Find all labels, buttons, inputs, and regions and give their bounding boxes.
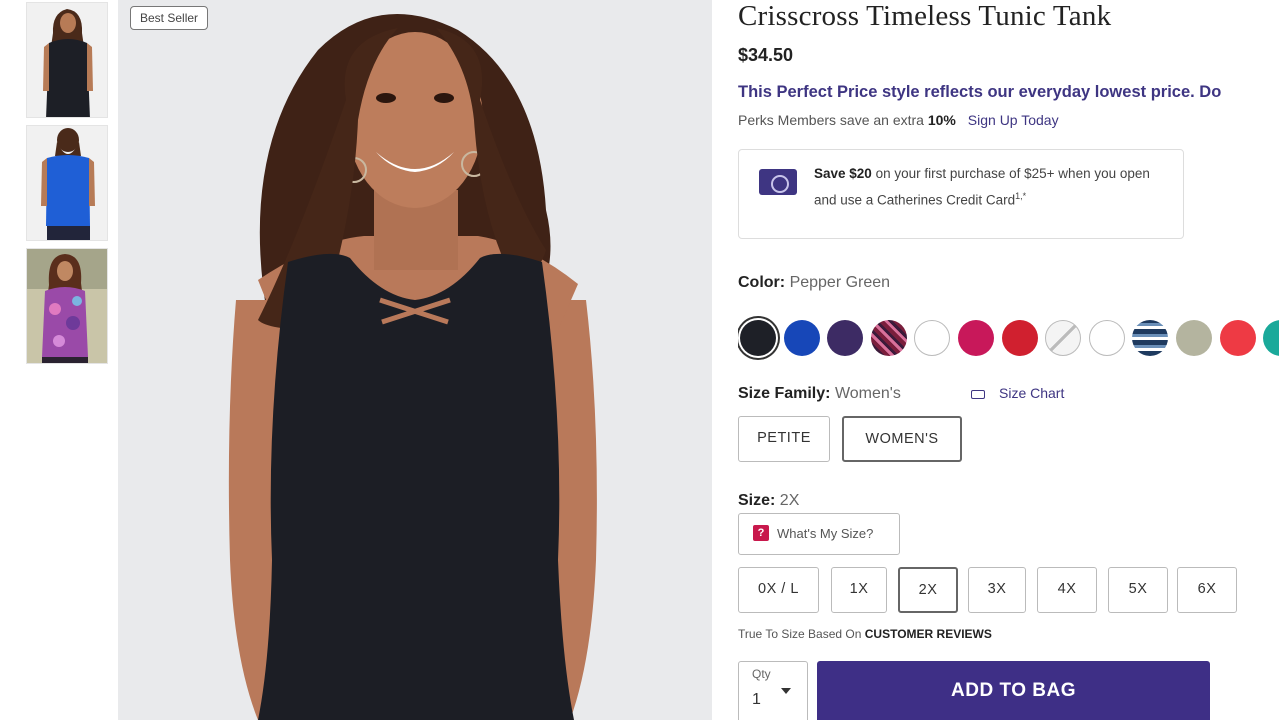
product-price: $34.50 bbox=[738, 45, 794, 65]
credit-card-offer: Save $20 on your first purchase of $25+ … bbox=[738, 149, 1184, 239]
thumbnail-back-image bbox=[27, 126, 107, 240]
swatch-white-2[interactable] bbox=[1088, 320, 1125, 356]
size-option[interactable]: 3X bbox=[968, 567, 1026, 613]
product-info-panel: Crisscross Timeless Tunic Tank $34.50 Th… bbox=[738, 0, 1279, 720]
size-family-label: Size Family: bbox=[738, 385, 831, 402]
customer-reviews-link[interactable]: CUSTOMER REVIEWS bbox=[865, 627, 992, 641]
thumbnail-front[interactable] bbox=[26, 2, 108, 118]
qty-label: Qty bbox=[752, 667, 771, 681]
size-option[interactable]: 4X bbox=[1037, 567, 1097, 613]
chevron-down-icon bbox=[781, 688, 791, 694]
perfect-price-message: This Perfect Price style reflects our ev… bbox=[738, 83, 1222, 101]
swatch-white[interactable] bbox=[914, 320, 951, 356]
size-family-label-row: Size Family: Women's bbox=[738, 385, 901, 403]
credit-footnote: 1,* bbox=[1015, 191, 1027, 201]
size-option[interactable]: 5X bbox=[1108, 567, 1168, 613]
swatch-royal-blue[interactable] bbox=[783, 320, 820, 356]
size-option[interactable]: 2X bbox=[898, 567, 958, 613]
qty-value: 1 bbox=[752, 691, 761, 708]
product-title: Crisscross Timeless Tunic Tank bbox=[738, 0, 1112, 32]
color-swatches bbox=[738, 318, 1279, 358]
perks-prefix: Perks Members save an extra bbox=[738, 112, 924, 128]
size-family-womens[interactable]: WOMEN'S bbox=[842, 416, 962, 462]
swatch-teal[interactable] bbox=[1263, 320, 1279, 356]
thumbnail-back[interactable] bbox=[26, 125, 108, 241]
swatch-magenta[interactable] bbox=[958, 320, 994, 356]
size-option[interactable]: 1X bbox=[831, 567, 887, 613]
ruler-icon bbox=[971, 389, 985, 399]
size-family-value: Women's bbox=[834, 385, 901, 402]
color-label-row: Color: Pepper Green bbox=[738, 274, 890, 292]
swatch-red[interactable] bbox=[1001, 320, 1038, 356]
perks-percent: 10% bbox=[927, 112, 956, 128]
size-guide-icon: ? bbox=[753, 525, 769, 541]
credit-save-amount: Save $20 bbox=[814, 166, 872, 181]
credit-offer-text: Save $20 on your first purchase of $25+ … bbox=[814, 162, 1169, 212]
size-option[interactable]: 6X bbox=[1177, 567, 1237, 613]
size-chart-link[interactable]: Size Chart bbox=[971, 385, 1064, 401]
swatch-sage[interactable] bbox=[1176, 320, 1212, 356]
whats-my-size-button[interactable]: ? What's My Size? bbox=[738, 513, 900, 555]
size-chart-label: Size Chart bbox=[999, 385, 1065, 401]
thumbnail-print-image bbox=[27, 249, 107, 363]
best-seller-badge: Best Seller bbox=[130, 6, 209, 30]
fit-note: True To Size Based On CUSTOMER REVIEWS bbox=[738, 627, 992, 641]
credit-card-icon bbox=[759, 169, 797, 195]
color-value: Pepper Green bbox=[789, 274, 891, 291]
size-option[interactable]: 0X / L bbox=[738, 567, 819, 613]
swatch-purple[interactable] bbox=[827, 320, 864, 356]
thumbnail-print[interactable] bbox=[26, 248, 108, 364]
swatch-coral-red[interactable] bbox=[1219, 320, 1256, 356]
model-photo bbox=[118, 0, 712, 720]
size-family-petite[interactable]: PETITE bbox=[738, 416, 830, 462]
swatch-black[interactable] bbox=[740, 320, 776, 356]
size-value: 2X bbox=[779, 492, 800, 509]
size-label-row: Size: 2X bbox=[738, 492, 799, 510]
swatch-print[interactable] bbox=[870, 320, 907, 356]
swatch-unavailable[interactable] bbox=[1045, 320, 1082, 356]
swatch-stripe[interactable] bbox=[1132, 320, 1169, 356]
color-label: Color: bbox=[738, 274, 786, 291]
perks-message: Perks Members save an extra 10% Sign Up … bbox=[738, 112, 1059, 128]
product-main-image[interactable]: Best Seller bbox=[118, 0, 712, 720]
fit-prefix: True To Size Based On bbox=[738, 627, 862, 641]
sign-up-link[interactable]: Sign Up Today bbox=[968, 112, 1059, 128]
size-label: Size: bbox=[738, 492, 776, 509]
thumbnail-front-image bbox=[27, 3, 107, 117]
quantity-select[interactable]: Qty 1 bbox=[738, 661, 808, 720]
add-to-bag-button[interactable]: ADD TO BAG bbox=[817, 661, 1210, 720]
whats-my-size-label: What's My Size? bbox=[777, 526, 874, 541]
